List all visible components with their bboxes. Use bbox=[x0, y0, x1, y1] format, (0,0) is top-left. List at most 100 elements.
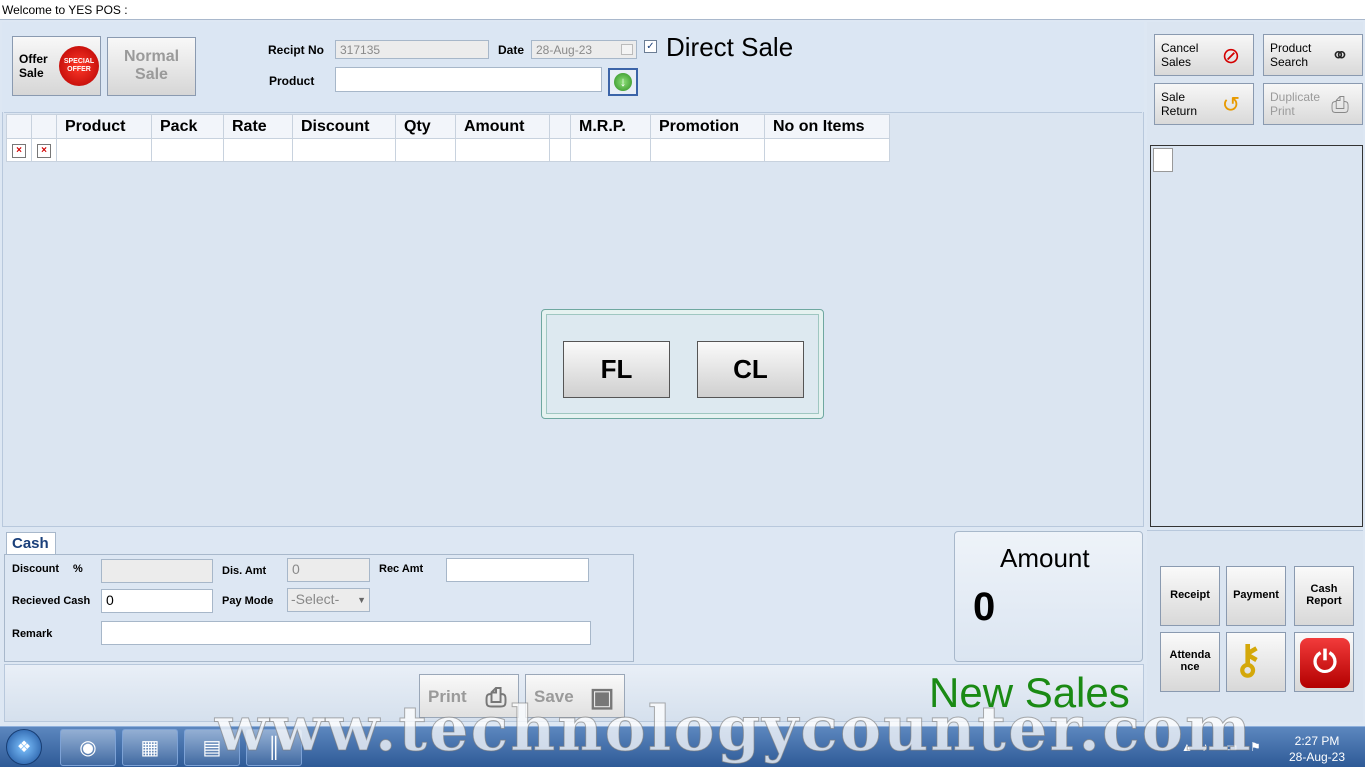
liquor-type-dialog: FL CL bbox=[541, 309, 824, 419]
clock[interactable]: 2:27 PM 28-Aug-23 bbox=[1274, 733, 1360, 765]
duplicate-print-label-1: Duplicate bbox=[1270, 90, 1321, 104]
cell-pack[interactable] bbox=[151, 138, 224, 162]
start-icon[interactable]: ❖ bbox=[6, 729, 42, 765]
sales-grid: Product Pack Rate Discount Qty Amount M.… bbox=[6, 114, 890, 162]
cancel-sales-button[interactable]: Cancel Sales ⊘ bbox=[1154, 34, 1254, 76]
title-bar: Welcome to YES POS : bbox=[0, 0, 1365, 20]
list-item[interactable] bbox=[1153, 148, 1173, 172]
offer-sale-label-2: Sale bbox=[19, 66, 44, 80]
product-label: Product bbox=[269, 74, 315, 88]
direct-sale-label: Direct Sale bbox=[666, 32, 794, 62]
cash-report-button[interactable]: Cash Report bbox=[1294, 566, 1354, 626]
offer-sale-label-1: Offer bbox=[19, 52, 48, 66]
firefox-icon[interactable]: ◉ bbox=[60, 729, 116, 766]
offer-sale-button[interactable]: Offer Sale SPECIAL OFFER bbox=[12, 36, 101, 96]
normal-sale-label-2: Sale bbox=[135, 66, 168, 83]
amount-value: 0 bbox=[973, 585, 996, 629]
normal-sale-label-1: Normal bbox=[123, 48, 180, 65]
date-value: 28-Aug-23 bbox=[536, 43, 593, 57]
checkmark-icon: ✓ bbox=[646, 41, 655, 52]
dis-amt-field[interactable]: 0 bbox=[287, 558, 370, 582]
cell-qty[interactable] bbox=[395, 138, 456, 162]
clock-date: 28-Aug-23 bbox=[1288, 750, 1346, 764]
cell-rate[interactable] bbox=[223, 138, 293, 162]
col-header-qty[interactable]: Qty bbox=[395, 114, 456, 139]
col-header-rate[interactable]: Rate bbox=[223, 114, 293, 139]
cl-button[interactable]: CL bbox=[697, 341, 804, 398]
payment-button[interactable]: Payment bbox=[1226, 566, 1286, 626]
cash-report-label-2: Report bbox=[1306, 595, 1342, 607]
no-entry-icon: ⊘ bbox=[1221, 43, 1241, 68]
rec-amt-field[interactable] bbox=[446, 558, 589, 582]
offer-badge-text-1: SPECIAL bbox=[63, 58, 95, 65]
sale-return-label-1: Sale bbox=[1161, 90, 1186, 104]
amount-label: Amount bbox=[1000, 543, 1090, 573]
discount-label: Discount bbox=[12, 563, 60, 575]
normal-sale-button[interactable]: Normal Sale bbox=[107, 37, 196, 96]
product-search-label-1: Product bbox=[1270, 41, 1312, 55]
delete-row-icon[interactable]: × bbox=[12, 144, 26, 158]
remark-label: Remark bbox=[12, 628, 53, 640]
cell-no-on-items[interactable] bbox=[764, 138, 890, 162]
direct-sale-checkbox[interactable]: ✓ bbox=[644, 40, 657, 53]
clock-time: 2:27 PM bbox=[1294, 734, 1340, 748]
col-header-product[interactable]: Product bbox=[56, 114, 152, 139]
pay-mode-label: Pay Mode bbox=[222, 595, 274, 607]
cell-mrp[interactable] bbox=[570, 138, 651, 162]
date-picker[interactable]: 28-Aug-23 bbox=[531, 40, 637, 59]
attendance-label-1: Attenda bbox=[1169, 649, 1211, 661]
printer-icon: ⎙ bbox=[1331, 92, 1349, 117]
col-header-no-on-items[interactable]: No on Items bbox=[764, 114, 890, 139]
col-header-discount[interactable]: Discount bbox=[292, 114, 396, 139]
cancel-sales-label-1: Cancel bbox=[1161, 41, 1199, 55]
return-arrow-icon: ↺ bbox=[1221, 92, 1241, 117]
power-button[interactable]: ⏻ bbox=[1294, 632, 1354, 692]
grid-header-row: Product Pack Rate Discount Qty Amount M.… bbox=[6, 114, 890, 139]
fl-button[interactable]: FL bbox=[563, 341, 670, 398]
window-title: Welcome to YES POS : bbox=[2, 3, 128, 17]
calculator-icon[interactable]: ▦ bbox=[122, 729, 178, 766]
received-cash-field[interactable]: 0 bbox=[101, 589, 213, 613]
receipt-button[interactable]: Receipt bbox=[1160, 566, 1220, 626]
dis-amt-label: Dis. Amt bbox=[222, 565, 267, 577]
binoculars-icon: ⚭ bbox=[1330, 43, 1350, 68]
col-header-delete-2 bbox=[31, 114, 57, 139]
col-header-pack[interactable]: Pack bbox=[151, 114, 224, 139]
cell-blank bbox=[549, 138, 571, 162]
col-header-promotion[interactable]: Promotion bbox=[650, 114, 765, 139]
offers-list[interactable] bbox=[1150, 145, 1363, 527]
receipt-label: Receipt bbox=[1170, 589, 1210, 601]
delete-row-icon[interactable]: × bbox=[37, 144, 51, 158]
tab-cash[interactable]: Cash bbox=[6, 532, 56, 554]
col-header-blank bbox=[549, 114, 571, 139]
key-icon: ⚷ bbox=[1233, 638, 1263, 682]
power-icon: ⏻ bbox=[1300, 638, 1350, 688]
cell-product[interactable] bbox=[56, 138, 152, 162]
remark-field[interactable] bbox=[101, 621, 591, 645]
discount-percent-field[interactable] bbox=[101, 559, 213, 583]
sale-return-button[interactable]: Sale Return ↺ bbox=[1154, 83, 1254, 125]
attendance-label-2: nce bbox=[1180, 661, 1200, 673]
table-row[interactable]: × × bbox=[6, 138, 890, 162]
percent-label: % bbox=[73, 563, 83, 575]
attendance-button[interactable]: Attenda nce bbox=[1160, 632, 1220, 692]
duplicate-print-button[interactable]: Duplicate Print ⎙ bbox=[1263, 83, 1363, 125]
cancel-sales-label-2: Sales bbox=[1161, 55, 1192, 69]
col-header-delete-1 bbox=[6, 114, 32, 139]
add-product-button[interactable]: ↓ bbox=[608, 68, 638, 96]
product-input[interactable] bbox=[335, 67, 602, 92]
pay-mode-select[interactable]: -Select- ▼ bbox=[287, 588, 370, 612]
col-header-mrp[interactable]: M.R.P. bbox=[570, 114, 651, 139]
cell-amount[interactable] bbox=[455, 138, 550, 162]
product-search-button[interactable]: Product Search ⚭ bbox=[1263, 34, 1363, 76]
receipt-no-label: Recipt No bbox=[268, 43, 325, 57]
receipt-no-field[interactable]: 317135 bbox=[335, 40, 489, 59]
duplicate-print-label-2: Print bbox=[1270, 104, 1295, 118]
cell-promotion[interactable] bbox=[650, 138, 765, 162]
col-header-amount[interactable]: Amount bbox=[455, 114, 550, 139]
cell-discount[interactable] bbox=[292, 138, 396, 162]
calendar-dropdown-icon[interactable] bbox=[621, 44, 633, 55]
chevron-down-icon: ▼ bbox=[357, 595, 366, 605]
received-cash-label: Recieved Cash bbox=[12, 595, 91, 607]
key-button[interactable]: ⚷ bbox=[1226, 632, 1286, 692]
